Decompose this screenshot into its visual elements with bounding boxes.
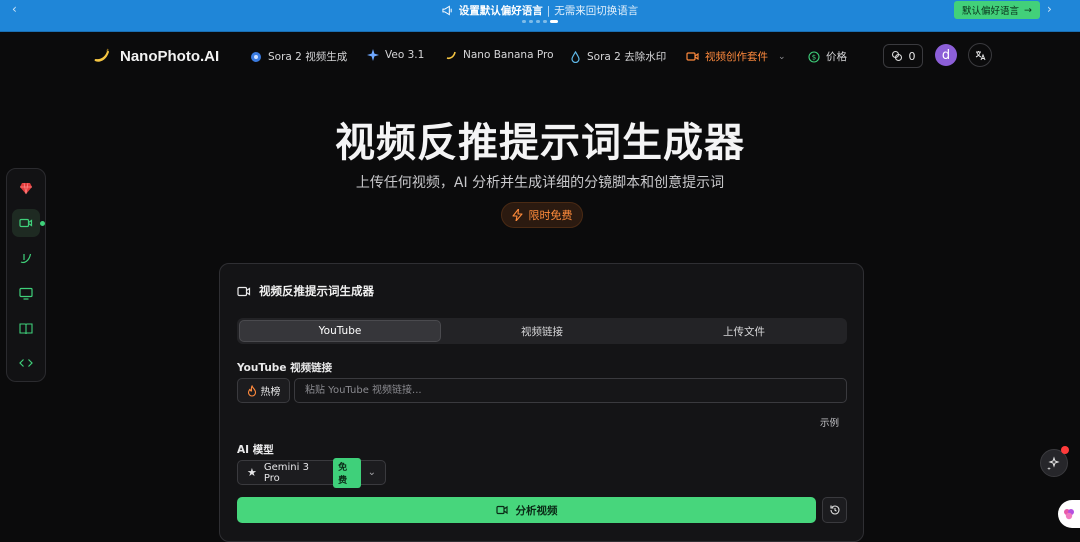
carousel-dots [0,20,1080,23]
nav-sora2-video[interactable]: Sora 2 视频生成 [250,49,347,64]
credits-count: 0 [908,49,916,63]
nav-label: 视频创作套件 [705,51,768,63]
video-camera-icon [19,218,33,228]
limited-free-badge: 限时免费 [501,202,583,228]
carousel-dot[interactable] [536,20,540,23]
monitor-icon [19,287,33,300]
nav-video-creation-suite[interactable]: 视频创作套件 ⌄ [686,49,786,64]
card-title-text: 视频反推提示词生成器 [259,284,374,298]
coins-icon [891,50,902,62]
sora-icon [251,51,261,62]
rail-item-video[interactable] [12,209,40,237]
notification-dot [1061,446,1069,454]
tool-sidebar [6,168,46,382]
banana-icon [20,253,32,264]
carousel-dot[interactable] [529,20,533,23]
video-camera-icon [686,52,699,61]
nav-label: Sora 2 视频生成 [268,51,348,63]
history-icon [829,505,840,515]
code-icon [19,359,33,367]
video-camera-icon [495,505,508,515]
svg-text:$: $ [812,53,816,61]
dollar-icon: $ [808,50,820,63]
nav-nano-banana-pro[interactable]: Nano Banana Pro [445,49,554,61]
credits-button[interactable]: 0 [883,44,923,68]
card-title: 视频反推提示词生成器 [237,283,374,299]
avatar[interactable]: d [935,44,957,66]
flame-icon [247,384,256,397]
youtube-url-input[interactable] [294,378,847,403]
announcement-subtitle: 无需来回切换语言 [554,5,639,17]
analyze-label: 分析视频 [515,504,558,517]
example-link[interactable]: 示例 [820,415,839,429]
carousel-dot[interactable] [543,20,547,23]
trending-button[interactable]: 热榜 [237,378,290,403]
chevron-down-icon: ⌄ [367,467,376,478]
announcement-title: 设置默认偏好语言 [458,5,543,17]
source-tabs: YouTube 视频链接 上传文件 [237,318,847,344]
page-title: 视频反推提示词生成器 [335,120,745,166]
badge-label: 限时免费 [528,209,573,222]
droplet-icon [571,50,580,63]
star-icon: ★ [247,466,257,479]
translate-icon [975,51,986,61]
announcement-bar: ‹ 设置默认偏好语言 | 无需来回切换语言 默认偏好语言 → › [0,0,1080,32]
banana-logo-icon [94,48,109,62]
megaphone-icon [442,5,452,16]
veo-sparkle-icon [367,49,379,61]
trending-label: 热榜 [260,387,281,398]
carousel-dot-active[interactable] [550,20,558,23]
brand-logo[interactable]: NanoPhoto.AI [92,46,219,66]
tab-upload-file[interactable]: 上传文件 [643,320,845,342]
nav-label: Veo 3.1 [385,49,425,61]
carousel-dot[interactable] [522,20,526,23]
rail-item-gem[interactable] [12,174,40,202]
gem-icon [20,182,32,195]
avatar-letter: d [941,47,951,63]
announcement-text: 设置默认偏好语言 | 无需来回切换语言 [0,3,1080,18]
nav-veo31[interactable]: Veo 3.1 [367,49,424,61]
youtube-url-label: YouTube 视频链接 [237,362,333,374]
page-subtitle: 上传任何视频，AI 分析并生成详细的分镜脚本和创意提示词 [355,175,725,191]
nav-pricing[interactable]: $ 价格 [808,49,847,64]
default-language-button[interactable]: 默认偏好语言 → [954,1,1040,19]
main-header: NanoPhoto.AI Sora 2 视频生成 Veo 3.1 Nano Ba… [0,38,1080,74]
history-button[interactable] [822,497,847,523]
rail-item-code[interactable] [12,349,40,377]
ai-model-label: AI 模型 [237,444,274,456]
analyze-video-button[interactable]: 分析视频 [237,497,816,523]
default-language-label: 默认偏好语言 [962,6,1020,17]
arrow-right-icon: → [1024,4,1032,16]
chevron-right-icon[interactable]: › [1047,2,1052,16]
nav-sora2-watermark-remove[interactable]: Sora 2 去除水印 [570,49,666,64]
rail-item-banana[interactable] [12,244,40,272]
tab-video-link[interactable]: 视频链接 [441,320,643,342]
brand-name: NanoPhoto.AI [120,47,220,65]
banana-icon [446,51,456,60]
nav-label: Sora 2 去除水印 [587,51,667,63]
tab-youtube[interactable]: YouTube [239,320,441,342]
active-indicator-dot [40,221,45,226]
video-camera-icon [237,286,251,296]
ai-model-select[interactable]: ★ Gemini 3 Pro 免费 ⌄ [237,457,386,488]
generator-card: 视频反推提示词生成器 YouTube 视频链接 上传文件 YouTube 视频链… [219,263,864,542]
brain-assistant-button[interactable] [1058,500,1080,528]
rail-item-monitor[interactable] [12,279,40,307]
rail-item-book[interactable] [12,314,40,342]
nav-label: Nano Banana Pro [463,49,554,61]
free-badge: 免费 [333,457,361,488]
lightning-icon [511,209,523,221]
brain-icon [1064,509,1074,520]
book-icon [19,322,33,334]
sparkles-icon [1047,456,1060,470]
nav-label: 价格 [826,51,847,63]
model-name: Gemini 3 Pro [263,461,309,484]
language-switch-button[interactable] [968,43,992,67]
chevron-down-icon: ⌄ [778,51,786,62]
